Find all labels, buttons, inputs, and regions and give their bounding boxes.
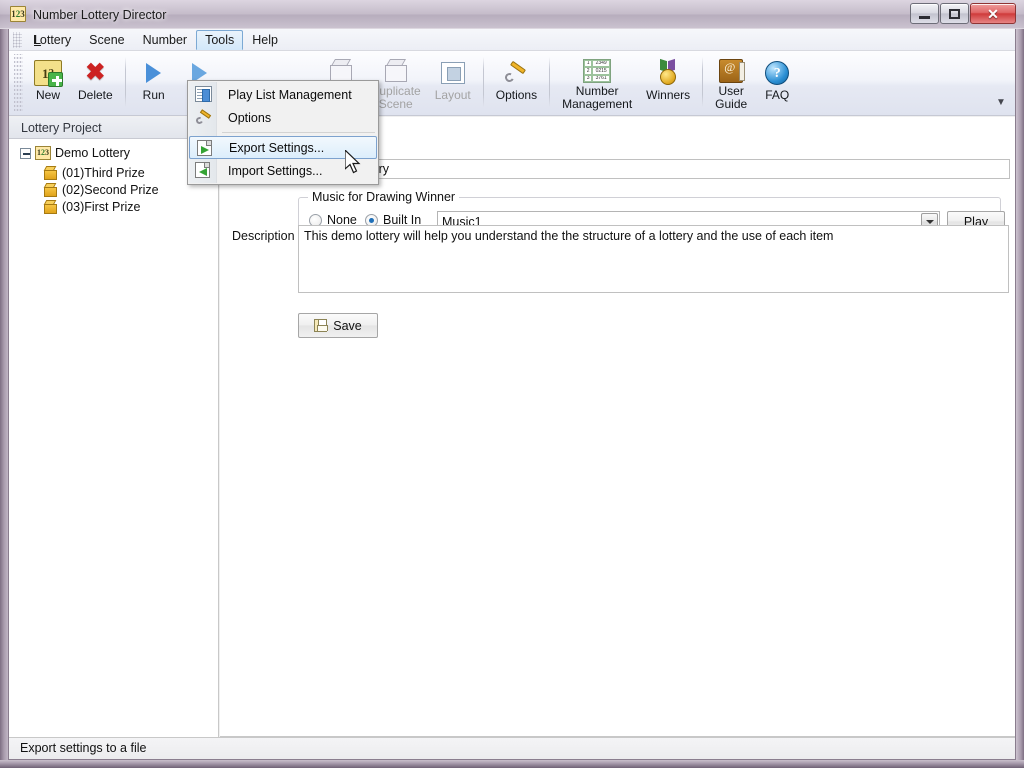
delete-icon: ✖ <box>79 58 111 88</box>
menu-tools[interactable]: Tools <box>196 30 243 50</box>
toolbar-run-button[interactable]: Run <box>132 54 176 112</box>
import-icon <box>195 162 212 179</box>
minimize-icon <box>919 16 930 19</box>
tree-item-label: (03)First Prize <box>62 200 140 214</box>
lottery-project-panel: Lottery Project 123 Demo Lottery (01)Thi… <box>9 117 219 737</box>
tree-collapse-icon[interactable] <box>20 148 31 159</box>
tree-node-label: Demo Lottery <box>55 146 130 160</box>
toolbar: 12 New ✖ Delete Run Cont Mov <box>9 51 1015 116</box>
prize-cube-icon <box>43 166 57 181</box>
winners-medal-icon <box>652 58 684 88</box>
menu-bar: LLottery Scene Number Tools Help <box>9 29 1015 51</box>
new-lottery-icon: 12 <box>32 58 64 88</box>
menu-item-label: Export Settings... <box>229 141 324 155</box>
maximize-icon <box>949 9 960 19</box>
run-icon <box>138 58 170 88</box>
menu-grip-handle[interactable] <box>13 32 22 48</box>
minimize-button[interactable] <box>910 3 939 24</box>
app-icon: 123 <box>10 6 26 22</box>
prize-cube-icon <box>43 183 57 198</box>
menu-scene[interactable]: Scene <box>80 30 133 50</box>
toolbar-separator-2 <box>483 57 484 107</box>
menu-item-import-settings[interactable]: Import Settings... <box>188 159 378 182</box>
toolbar-user-guide-button[interactable]: UserGuide <box>709 54 753 112</box>
save-disk-icon <box>314 319 327 332</box>
toolbar-separator <box>125 57 126 107</box>
toolbar-layout-label: Layout <box>435 89 471 102</box>
toolbar-number-management-button[interactable]: 123492021533761 NumberManagement <box>556 54 638 112</box>
menu-separator <box>222 132 375 133</box>
options-wrench-icon <box>500 58 532 88</box>
lottery-settings-form: Lottery Name Demo Lottery Music for Draw… <box>220 117 1016 737</box>
lottery-root-icon: 123 <box>35 146 51 160</box>
close-button[interactable]: ✕ <box>970 3 1016 24</box>
menu-item-label: Import Settings... <box>228 164 322 178</box>
menu-number[interactable]: Number <box>134 30 196 50</box>
toolbar-layout-button[interactable]: Layout <box>429 54 477 112</box>
faq-icon: ? <box>761 58 793 88</box>
prize-cube-icon <box>43 200 57 215</box>
window-title: Number Lottery Director <box>33 6 166 24</box>
application-window: 123 Number Lottery Director ✕ LLottery S… <box>0 0 1024 768</box>
client-area: LLottery Scene Number Tools Help 12 New … <box>8 29 1016 760</box>
menu-item-options[interactable]: Options <box>188 106 378 129</box>
title-bar: 123 Number Lottery Director ✕ <box>0 0 1024 29</box>
status-text: Export settings to a file <box>20 741 146 755</box>
tree-item-first-prize[interactable]: (03)First Prize <box>9 199 218 215</box>
window-frame-right <box>1016 0 1024 768</box>
number-management-icon: 123492021533761 <box>581 58 613 84</box>
duplicate-scene-icon <box>380 58 412 84</box>
menu-item-label: Play List Management <box>228 88 352 102</box>
toolbar-faq-label: FAQ <box>765 89 789 102</box>
user-guide-book-icon <box>715 58 747 84</box>
save-button[interactable]: Save <box>298 313 378 338</box>
layout-icon <box>437 58 469 88</box>
menu-help[interactable]: Help <box>243 30 287 50</box>
toolbar-new-button[interactable]: 12 New <box>26 54 70 112</box>
tools-dropdown-menu: Play List Management Options Export Sett… <box>187 80 379 185</box>
menu-item-export-settings[interactable]: Export Settings... <box>189 136 377 159</box>
description-label: Description <box>232 229 295 243</box>
playlist-icon <box>195 86 212 103</box>
menu-item-play-list-management[interactable]: Play List Management <box>188 83 378 106</box>
toolbar-number-management-label: NumberManagement <box>562 85 632 111</box>
export-icon <box>197 140 214 157</box>
toolbar-winners-label: Winners <box>646 89 690 102</box>
toolbar-run-label: Run <box>143 89 165 102</box>
music-group-title: Music for Drawing Winner <box>308 190 459 204</box>
tree-item-label: (01)Third Prize <box>62 166 145 180</box>
toolbar-winners-button[interactable]: Winners <box>640 54 696 112</box>
toolbar-options-label: Options <box>496 89 537 102</box>
close-icon: ✕ <box>987 7 999 21</box>
window-frame-bottom <box>0 760 1024 768</box>
menu-lottery[interactable]: LLottery <box>25 30 80 50</box>
description-textarea[interactable]: This demo lottery will help you understa… <box>298 225 1009 293</box>
status-bar: Export settings to a file <box>9 737 1015 759</box>
wrench-icon <box>195 109 212 126</box>
toolbar-overflow-button[interactable]: ▼ <box>993 54 1009 112</box>
toolbar-options-button[interactable]: Options <box>490 54 543 112</box>
save-button-label: Save <box>333 319 362 333</box>
toolbar-separator-4 <box>702 57 703 107</box>
toolbar-delete-button[interactable]: ✖ Delete <box>72 54 119 112</box>
toolbar-user-guide-label: UserGuide <box>715 85 747 111</box>
toolbar-faq-button[interactable]: ? FAQ <box>755 54 799 112</box>
maximize-button[interactable] <box>940 3 969 24</box>
toolbar-new-label: New <box>36 89 60 102</box>
lottery-name-input[interactable]: Demo Lottery <box>309 159 1010 179</box>
chevron-down-icon: ▼ <box>996 97 1006 108</box>
toolbar-separator-3 <box>549 57 550 107</box>
toolbar-delete-label: Delete <box>78 89 113 102</box>
tree-item-label: (02)Second Prize <box>62 183 159 197</box>
window-controls: ✕ <box>909 3 1016 25</box>
menu-item-label: Options <box>228 111 271 125</box>
toolbar-grip-handle[interactable] <box>14 54 23 112</box>
